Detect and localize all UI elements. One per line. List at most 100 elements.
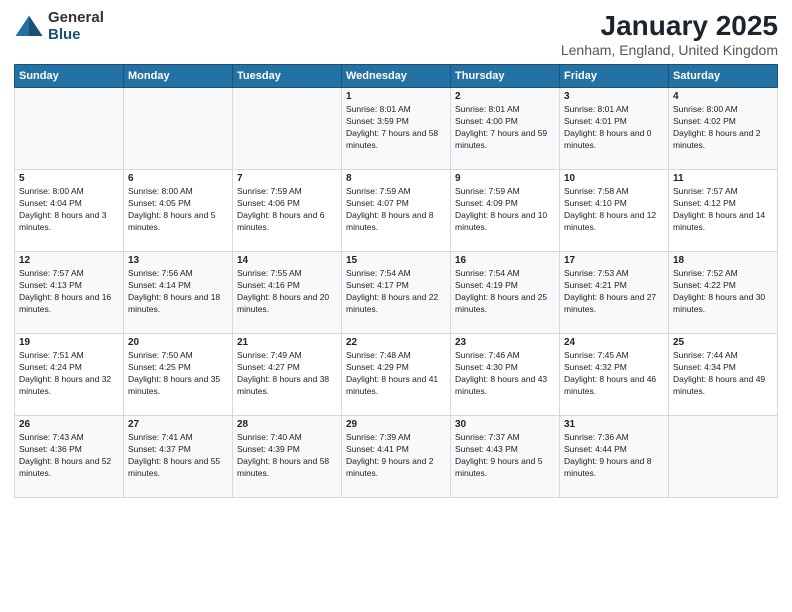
calendar-cell-2-4: 16Sunrise: 7:54 AMSunset: 4:19 PMDayligh… [451,252,560,334]
day-info: Sunrise: 7:41 AMSunset: 4:37 PMDaylight:… [128,432,228,480]
calendar-cell-2-0: 12Sunrise: 7:57 AMSunset: 4:13 PMDayligh… [15,252,124,334]
calendar-cell-3-1: 20Sunrise: 7:50 AMSunset: 4:25 PMDayligh… [124,334,233,416]
daylight-text: Daylight: 9 hours and 5 minutes. [455,456,555,480]
day-info: Sunrise: 7:46 AMSunset: 4:30 PMDaylight:… [455,350,555,398]
sunset-text: Sunset: 4:16 PM [237,280,337,292]
calendar-cell-3-5: 24Sunrise: 7:45 AMSunset: 4:32 PMDayligh… [560,334,669,416]
calendar-cell-1-4: 9Sunrise: 7:59 AMSunset: 4:09 PMDaylight… [451,170,560,252]
day-number: 20 [128,337,228,348]
day-info: Sunrise: 8:01 AMSunset: 4:00 PMDaylight:… [455,104,555,152]
day-info: Sunrise: 7:53 AMSunset: 4:21 PMDaylight:… [564,268,664,316]
sunset-text: Sunset: 4:06 PM [237,198,337,210]
sunrise-text: Sunrise: 7:51 AM [19,350,119,362]
sunrise-text: Sunrise: 7:36 AM [564,432,664,444]
daylight-text: Daylight: 8 hours and 14 minutes. [673,210,773,234]
daylight-text: Daylight: 8 hours and 52 minutes. [19,456,119,480]
daylight-text: Daylight: 8 hours and 22 minutes. [346,292,446,316]
day-info: Sunrise: 7:43 AMSunset: 4:36 PMDaylight:… [19,432,119,480]
sunrise-text: Sunrise: 7:53 AM [564,268,664,280]
sunset-text: Sunset: 4:00 PM [455,116,555,128]
sunrise-text: Sunrise: 8:01 AM [455,104,555,116]
daylight-text: Daylight: 8 hours and 5 minutes. [128,210,228,234]
calendar-cell-2-3: 15 Sunrise: 7:54 AMSunset: 4:17 PMDayligh… [342,252,451,334]
calendar-cell-3-4: 23Sunrise: 7:46 AMSunset: 4:30 PMDayligh… [451,334,560,416]
daylight-text: Daylight: 8 hours and 10 minutes. [455,210,555,234]
sunrise-text: Sunrise: 7:54 AM [346,268,446,280]
sunset-text: Sunset: 4:09 PM [455,198,555,210]
day-info: Sunrise: 8:00 AMSunset: 4:04 PMDaylight:… [19,186,119,234]
sunrise-text: Sunrise: 7:59 AM [346,186,446,198]
sunset-text: Sunset: 4:39 PM [237,444,337,456]
sunset-text: Sunset: 4:41 PM [346,444,446,456]
day-info: Sunrise: 7:59 AMSunset: 4:06 PMDaylight:… [237,186,337,234]
daylight-text: Daylight: 8 hours and 8 minutes. [346,210,446,234]
day-number: 22 [346,337,446,348]
calendar-cell-4-4: 30Sunrise: 7:37 AMSunset: 4:43 PMDayligh… [451,416,560,498]
calendar-cell-0-3: 1Sunrise: 8:01 AMSunset: 3:59 PMDaylight… [342,88,451,170]
sunset-text: Sunset: 4:21 PM [564,280,664,292]
daylight-text: Daylight: 8 hours and 20 minutes. [237,292,337,316]
sunrise-text: Sunrise: 8:00 AM [19,186,119,198]
day-info: Sunrise: 7:58 AMSunset: 4:10 PMDaylight:… [564,186,664,234]
header-monday: Monday [124,65,233,88]
sunset-text: Sunset: 4:01 PM [564,116,664,128]
calendar-cell-0-1 [124,88,233,170]
day-number: 9 [455,173,555,184]
calendar-cell-0-2 [233,88,342,170]
day-info: Sunrise: 8:00 AMSunset: 4:05 PMDaylight:… [128,186,228,234]
day-info: Sunrise: 7:51 AMSunset: 4:24 PMDaylight:… [19,350,119,398]
week-row-4: 19Sunrise: 7:51 AMSunset: 4:24 PMDayligh… [15,334,778,416]
daylight-text: Daylight: 7 hours and 59 minutes. [455,128,555,152]
day-number: 31 [564,419,664,430]
sunset-text: Sunset: 4:30 PM [455,362,555,374]
daylight-text: Daylight: 8 hours and 58 minutes. [237,456,337,480]
calendar-cell-1-5: 10 Sunrise: 7:58 AMSunset: 4:10 PMDayligh… [560,170,669,252]
day-number: 18 [673,255,773,266]
day-number: 7 [237,173,337,184]
sunset-text: Sunset: 4:22 PM [673,280,773,292]
sunset-text: Sunset: 4:17 PM [346,280,446,292]
calendar-table: Sunday Monday Tuesday Wednesday Thursday… [14,64,778,498]
calendar-cell-1-2: 7 Sunrise: 7:59 AMSunset: 4:06 PMDaylight… [233,170,342,252]
sunrise-text: Sunrise: 7:59 AM [237,186,337,198]
day-number: 10 [564,173,664,184]
daylight-text: Daylight: 7 hours and 58 minutes. [346,128,446,152]
day-number: 2 [455,91,555,102]
weekday-header-row: Sunday Monday Tuesday Wednesday Thursday… [15,65,778,88]
calendar-cell-4-1: 27Sunrise: 7:41 AMSunset: 4:37 PMDayligh… [124,416,233,498]
sunset-text: Sunset: 4:12 PM [673,198,773,210]
sunset-text: Sunset: 4:32 PM [564,362,664,374]
day-number: 26 [19,419,119,430]
calendar-cell-3-0: 19Sunrise: 7:51 AMSunset: 4:24 PMDayligh… [15,334,124,416]
day-number: 15 [346,255,446,266]
calendar-cell-4-3: 29Sunrise: 7:39 AMSunset: 4:41 PMDayligh… [342,416,451,498]
day-number: 3 [564,91,664,102]
daylight-text: Daylight: 8 hours and 41 minutes. [346,374,446,398]
day-info: Sunrise: 8:00 AMSunset: 4:02 PMDaylight:… [673,104,773,152]
sunrise-text: Sunrise: 7:57 AM [673,186,773,198]
title-block: January 2025 Lenham, England, United Kin… [561,10,778,58]
daylight-text: Daylight: 8 hours and 27 minutes. [564,292,664,316]
day-number: 21 [237,337,337,348]
day-info: Sunrise: 7:44 AMSunset: 4:34 PMDaylight:… [673,350,773,398]
daylight-text: Daylight: 8 hours and 0 minutes. [564,128,664,152]
day-number: 8 [346,173,446,184]
day-number: 28 [237,419,337,430]
sunset-text: Sunset: 4:14 PM [128,280,228,292]
header-saturday: Saturday [669,65,778,88]
calendar-cell-2-6: 18Sunrise: 7:52 AMSunset: 4:22 PMDayligh… [669,252,778,334]
day-info: Sunrise: 8:01 AMSunset: 3:59 PMDaylight:… [346,104,446,152]
sunset-text: Sunset: 4:10 PM [564,198,664,210]
calendar-cell-2-5: 17Sunrise: 7:53 AMSunset: 4:21 PMDayligh… [560,252,669,334]
day-info: Sunrise: 7:49 AMSunset: 4:27 PMDaylight:… [237,350,337,398]
sunrise-text: Sunrise: 7:58 AM [564,186,664,198]
week-row-3: 12Sunrise: 7:57 AMSunset: 4:13 PMDayligh… [15,252,778,334]
header-wednesday: Wednesday [342,65,451,88]
logo-blue-text: Blue [48,27,104,44]
calendar-cell-1-6: 11Sunrise: 7:57 AMSunset: 4:12 PMDayligh… [669,170,778,252]
calendar-cell-4-6 [669,416,778,498]
sunrise-text: Sunrise: 7:48 AM [346,350,446,362]
day-info: Sunrise: 7:45 AMSunset: 4:32 PMDaylight:… [564,350,664,398]
page-header: General Blue January 2025 Lenham, Englan… [14,10,778,58]
day-number: 29 [346,419,446,430]
